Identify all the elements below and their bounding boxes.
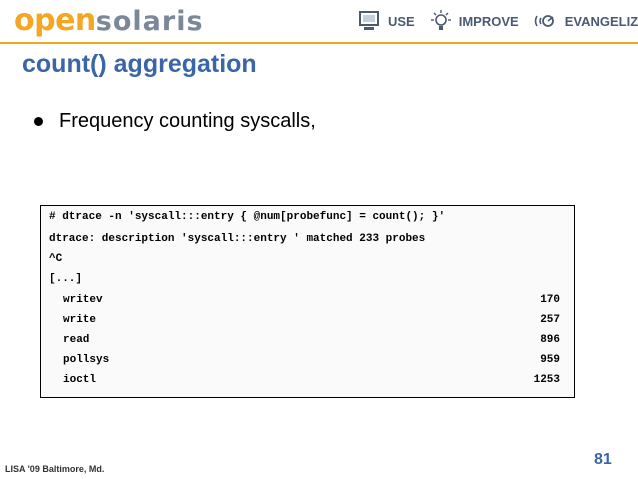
syscall-name: ioctl <box>63 374 97 386</box>
code-line-description: dtrace: description 'syscall:::entry ' m… <box>49 233 426 245</box>
bullet-text: Frequency counting syscalls, <box>59 110 316 132</box>
computer-icon <box>359 11 379 30</box>
syscall-name: write <box>63 314 97 326</box>
nav-item-use[interactable]: USE <box>358 10 415 32</box>
nav-item-evangelize[interactable]: EVANGELIZE <box>533 10 638 32</box>
broadcast-icon <box>534 15 554 27</box>
header-nav: USE IMPROVE EVANGELIZE <box>358 9 638 33</box>
footer-event-label: LISA '09 Baltimore, Md. <box>5 464 105 474</box>
code-line-ellipsis: [...] <box>49 273 83 285</box>
syscall-count: 959 <box>540 354 560 366</box>
code-line-command: # dtrace -n 'syscall:::entry { @num[prob… <box>49 211 446 223</box>
slide-header: opensolaris USE IMPROVE EVANGELIZ <box>0 0 638 42</box>
syscall-count: 1253 <box>533 374 560 386</box>
nav-label-improve: IMPROVE <box>458 13 519 29</box>
syscall-count: 896 <box>540 334 560 346</box>
logo-open-text: open <box>14 3 96 38</box>
slide-title: count() aggregation <box>22 50 257 78</box>
code-line-interrupt: ^C <box>49 253 63 265</box>
header-divider <box>0 42 638 44</box>
opensolaris-logo: opensolaris <box>14 2 204 41</box>
lightbulb-icon <box>430 10 451 30</box>
nav-item-improve[interactable]: IMPROVE <box>429 9 519 33</box>
nav-label-use: USE <box>388 13 415 29</box>
syscall-count: 257 <box>540 314 560 326</box>
logo-solaris-text: solaris <box>95 6 204 37</box>
bullet-item: Frequency counting syscalls, <box>34 110 316 133</box>
page-number: 81 <box>594 451 612 468</box>
nav-label-evangelize: EVANGELIZE <box>564 13 638 29</box>
syscall-name: read <box>63 334 90 346</box>
syscall-count: 170 <box>540 294 560 306</box>
syscall-name: pollsys <box>63 354 110 366</box>
syscall-name: writev <box>63 294 103 306</box>
code-block: # dtrace -n 'syscall:::entry { @num[prob… <box>40 205 575 398</box>
bullet-dot-icon <box>34 117 43 126</box>
